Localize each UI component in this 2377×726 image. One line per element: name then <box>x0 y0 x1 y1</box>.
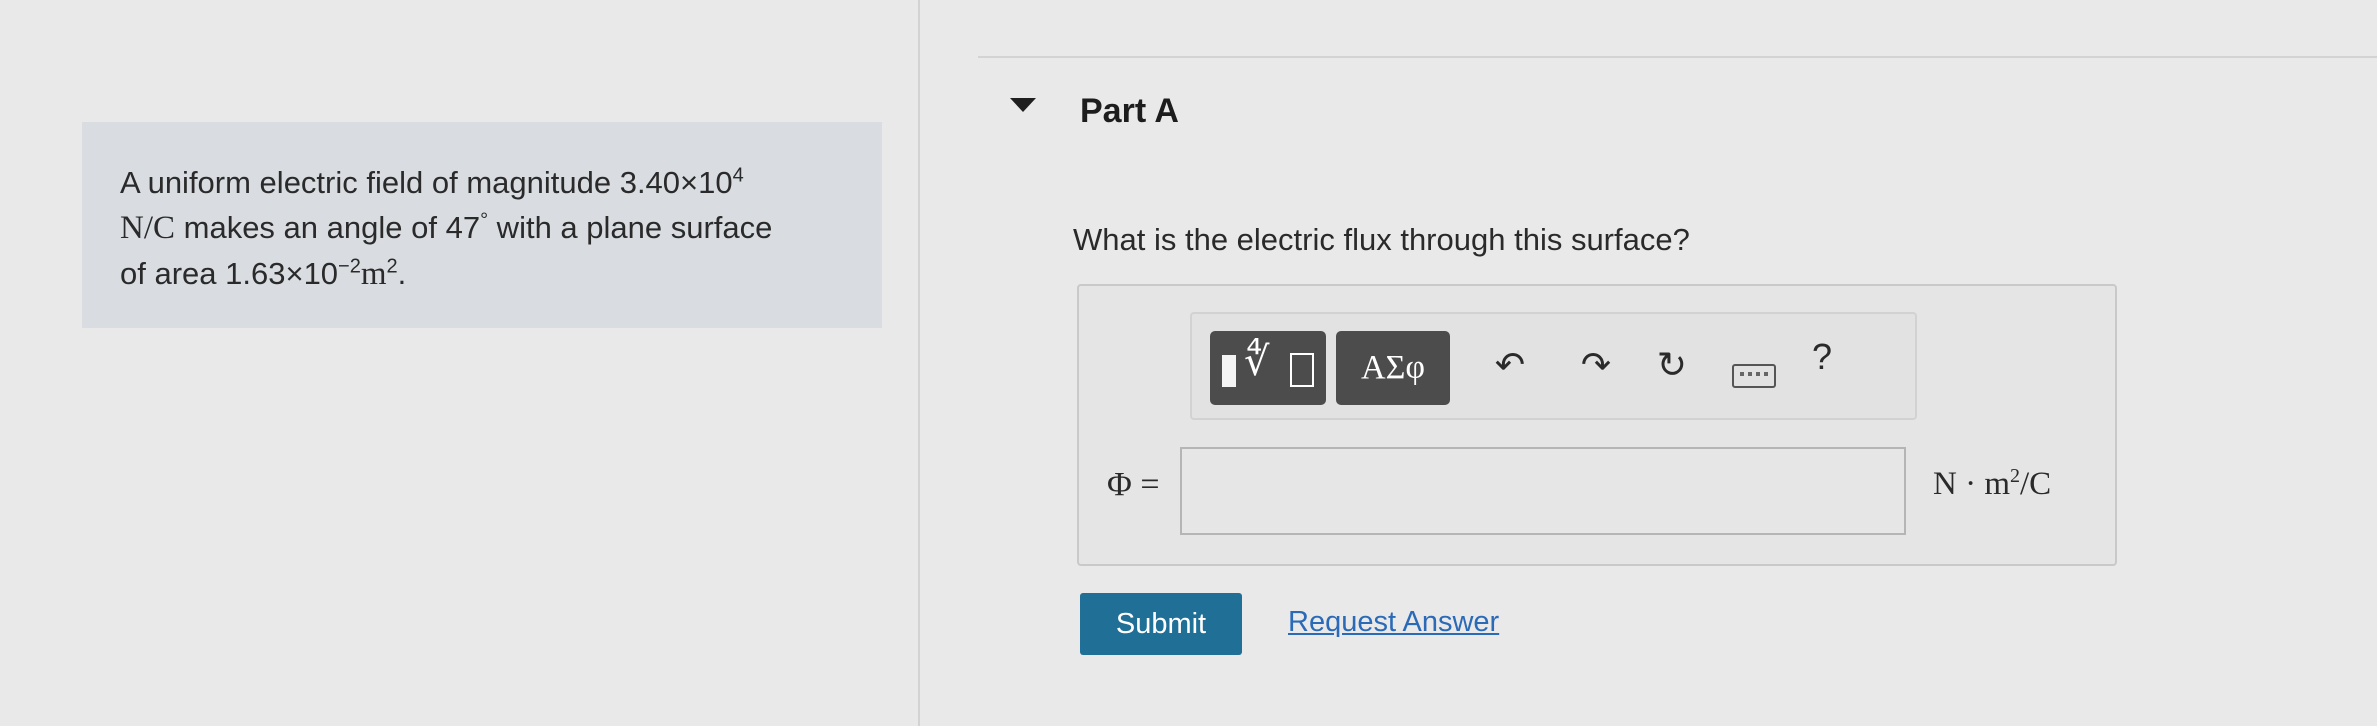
problem-text-surface: with a plane surface <box>488 210 773 245</box>
units-tail: /C <box>2020 466 2052 502</box>
reset-icon[interactable]: ↻ <box>1640 334 1704 398</box>
period: . <box>397 256 407 291</box>
equals-sign: = <box>1131 466 1160 503</box>
flux-symbol: Φ <box>1107 466 1132 503</box>
units-base: N · m <box>1933 466 2010 502</box>
box-icon <box>1290 353 1314 387</box>
area-exponent: −2 <box>338 255 361 278</box>
math-toolbar: ∜ ΑΣφ ↶ ↷ ↻ ? <box>1190 312 1917 420</box>
collapse-part-toggle-icon[interactable] <box>1010 98 1036 112</box>
submit-button[interactable]: Submit <box>1080 593 1242 655</box>
problem-text-before: A uniform electric field of magnitude <box>120 165 620 200</box>
degree-symbol: ° <box>480 209 489 232</box>
help-button[interactable]: ? <box>1812 336 1832 378</box>
area-unit-exponent: 2 <box>386 255 398 278</box>
angle-value: 47 <box>445 210 481 245</box>
magnitude-exponent: 4 <box>732 164 744 187</box>
symbols-button[interactable]: ΑΣφ <box>1336 331 1450 405</box>
templates-icon <box>1222 355 1236 387</box>
problem-statement: A uniform electric field of magnitude 3.… <box>82 122 882 328</box>
undo-icon[interactable]: ↶ <box>1478 334 1542 398</box>
answer-input[interactable] <box>1180 447 1906 535</box>
answer-units: N · m2/C <box>1933 466 2051 503</box>
problem-text-area: of area <box>120 256 226 291</box>
question-text: What is the electric flux through this s… <box>1073 222 1690 257</box>
units-exponent: 2 <box>2010 465 2020 487</box>
problem-text-angle: makes an angle of <box>175 210 446 245</box>
redo-icon[interactable]: ↷ <box>1564 334 1628 398</box>
magnitude-mantissa: 3.40×10 <box>619 165 733 200</box>
field-unit: N/C <box>120 210 176 246</box>
radical-icon: ∜ <box>1244 339 1270 385</box>
part-title: Part A <box>1080 92 1179 130</box>
templates-button[interactable]: ∜ <box>1210 331 1326 405</box>
keyboard-icon[interactable] <box>1732 364 1776 388</box>
area-mantissa: 1.63×10 <box>225 256 339 291</box>
area-unit: m <box>360 256 387 292</box>
request-answer-link[interactable]: Request Answer <box>1288 606 1499 639</box>
answer-variable-label: Φ = <box>1107 466 1160 504</box>
part-header-rule <box>978 56 2377 58</box>
column-divider <box>918 0 920 726</box>
